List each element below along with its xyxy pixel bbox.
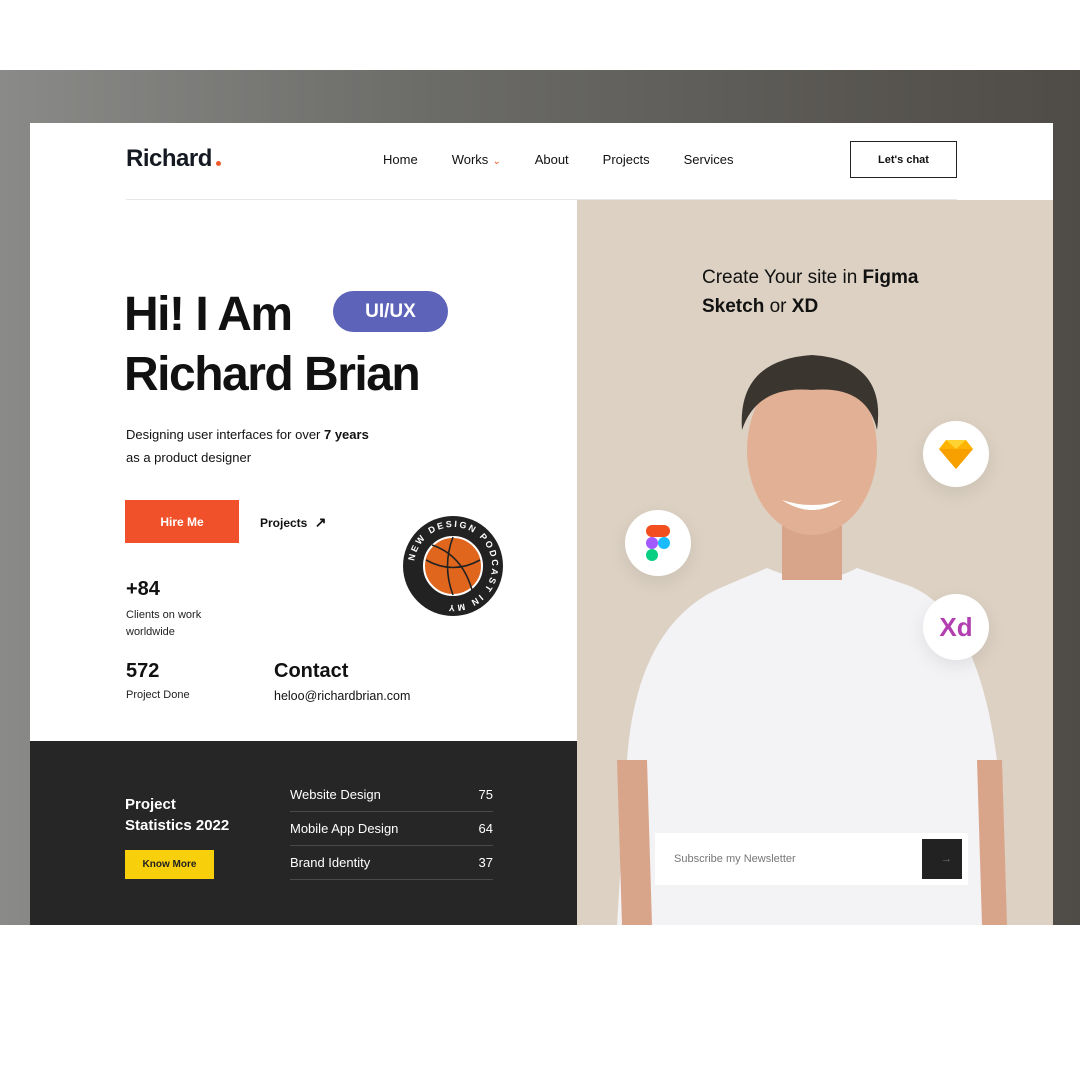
- adobe-xd-icon: Xd: [923, 594, 989, 660]
- hero-description: Designing user interfaces for over 7 yea…: [126, 427, 369, 465]
- contact-block: Contact heloo@richardbrian.com: [274, 660, 411, 703]
- hire-me-button[interactable]: Hire Me: [125, 500, 239, 543]
- main-nav: Home Works ⌄ About Projects Services: [383, 152, 768, 167]
- promo-text: Create Your site in Figma Sketch or XD: [702, 267, 919, 317]
- stat-projects: 572 Project Done: [126, 660, 190, 701]
- statistics-title: Project Statistics 2022: [125, 796, 230, 834]
- statistics-section: Project Statistics 2022 Know More Website…: [30, 741, 577, 925]
- newsletter-input[interactable]: Subscribe my Newsletter: [674, 853, 922, 865]
- lets-chat-button[interactable]: Let's chat: [850, 141, 957, 178]
- nav-services[interactable]: Services: [684, 152, 734, 167]
- stat-clients: +84 Clients on work worldwide: [126, 578, 202, 638]
- header-divider: [126, 199, 957, 200]
- newsletter-form: Subscribe my Newsletter →: [655, 833, 968, 885]
- newsletter-submit-button[interactable]: →: [922, 839, 962, 879]
- logo-dot: [215, 161, 221, 166]
- chevron-down-icon: ⌄: [492, 156, 501, 167]
- role-badge: UI/UX: [333, 291, 448, 332]
- sketch-icon: [923, 421, 989, 487]
- nav-projects[interactable]: Projects: [603, 152, 650, 167]
- nav-about[interactable]: About: [535, 152, 569, 167]
- contact-email[interactable]: heloo@richardbrian.com: [274, 689, 410, 703]
- stat-row: Brand Identity 37: [290, 846, 493, 880]
- arrow-right-icon: →: [941, 853, 952, 865]
- arrow-up-right-icon: ↗: [314, 514, 327, 530]
- website-mockup: Richard Home Works ⌄ About Projects Servi…: [30, 123, 1053, 925]
- projects-link[interactable]: Projects ↗: [260, 514, 326, 531]
- nav-works[interactable]: Works ⌄: [452, 152, 501, 167]
- logo[interactable]: Richard: [126, 145, 221, 173]
- stat-row: Mobile App Design 64: [290, 812, 493, 846]
- podcast-badge[interactable]: NEW DESIGN PODCAST IN MY: [402, 515, 504, 617]
- nav-home[interactable]: Home: [383, 152, 418, 167]
- figma-icon: [625, 510, 691, 576]
- know-more-button[interactable]: Know More: [125, 850, 214, 879]
- stat-row: Website Design 75: [290, 778, 493, 812]
